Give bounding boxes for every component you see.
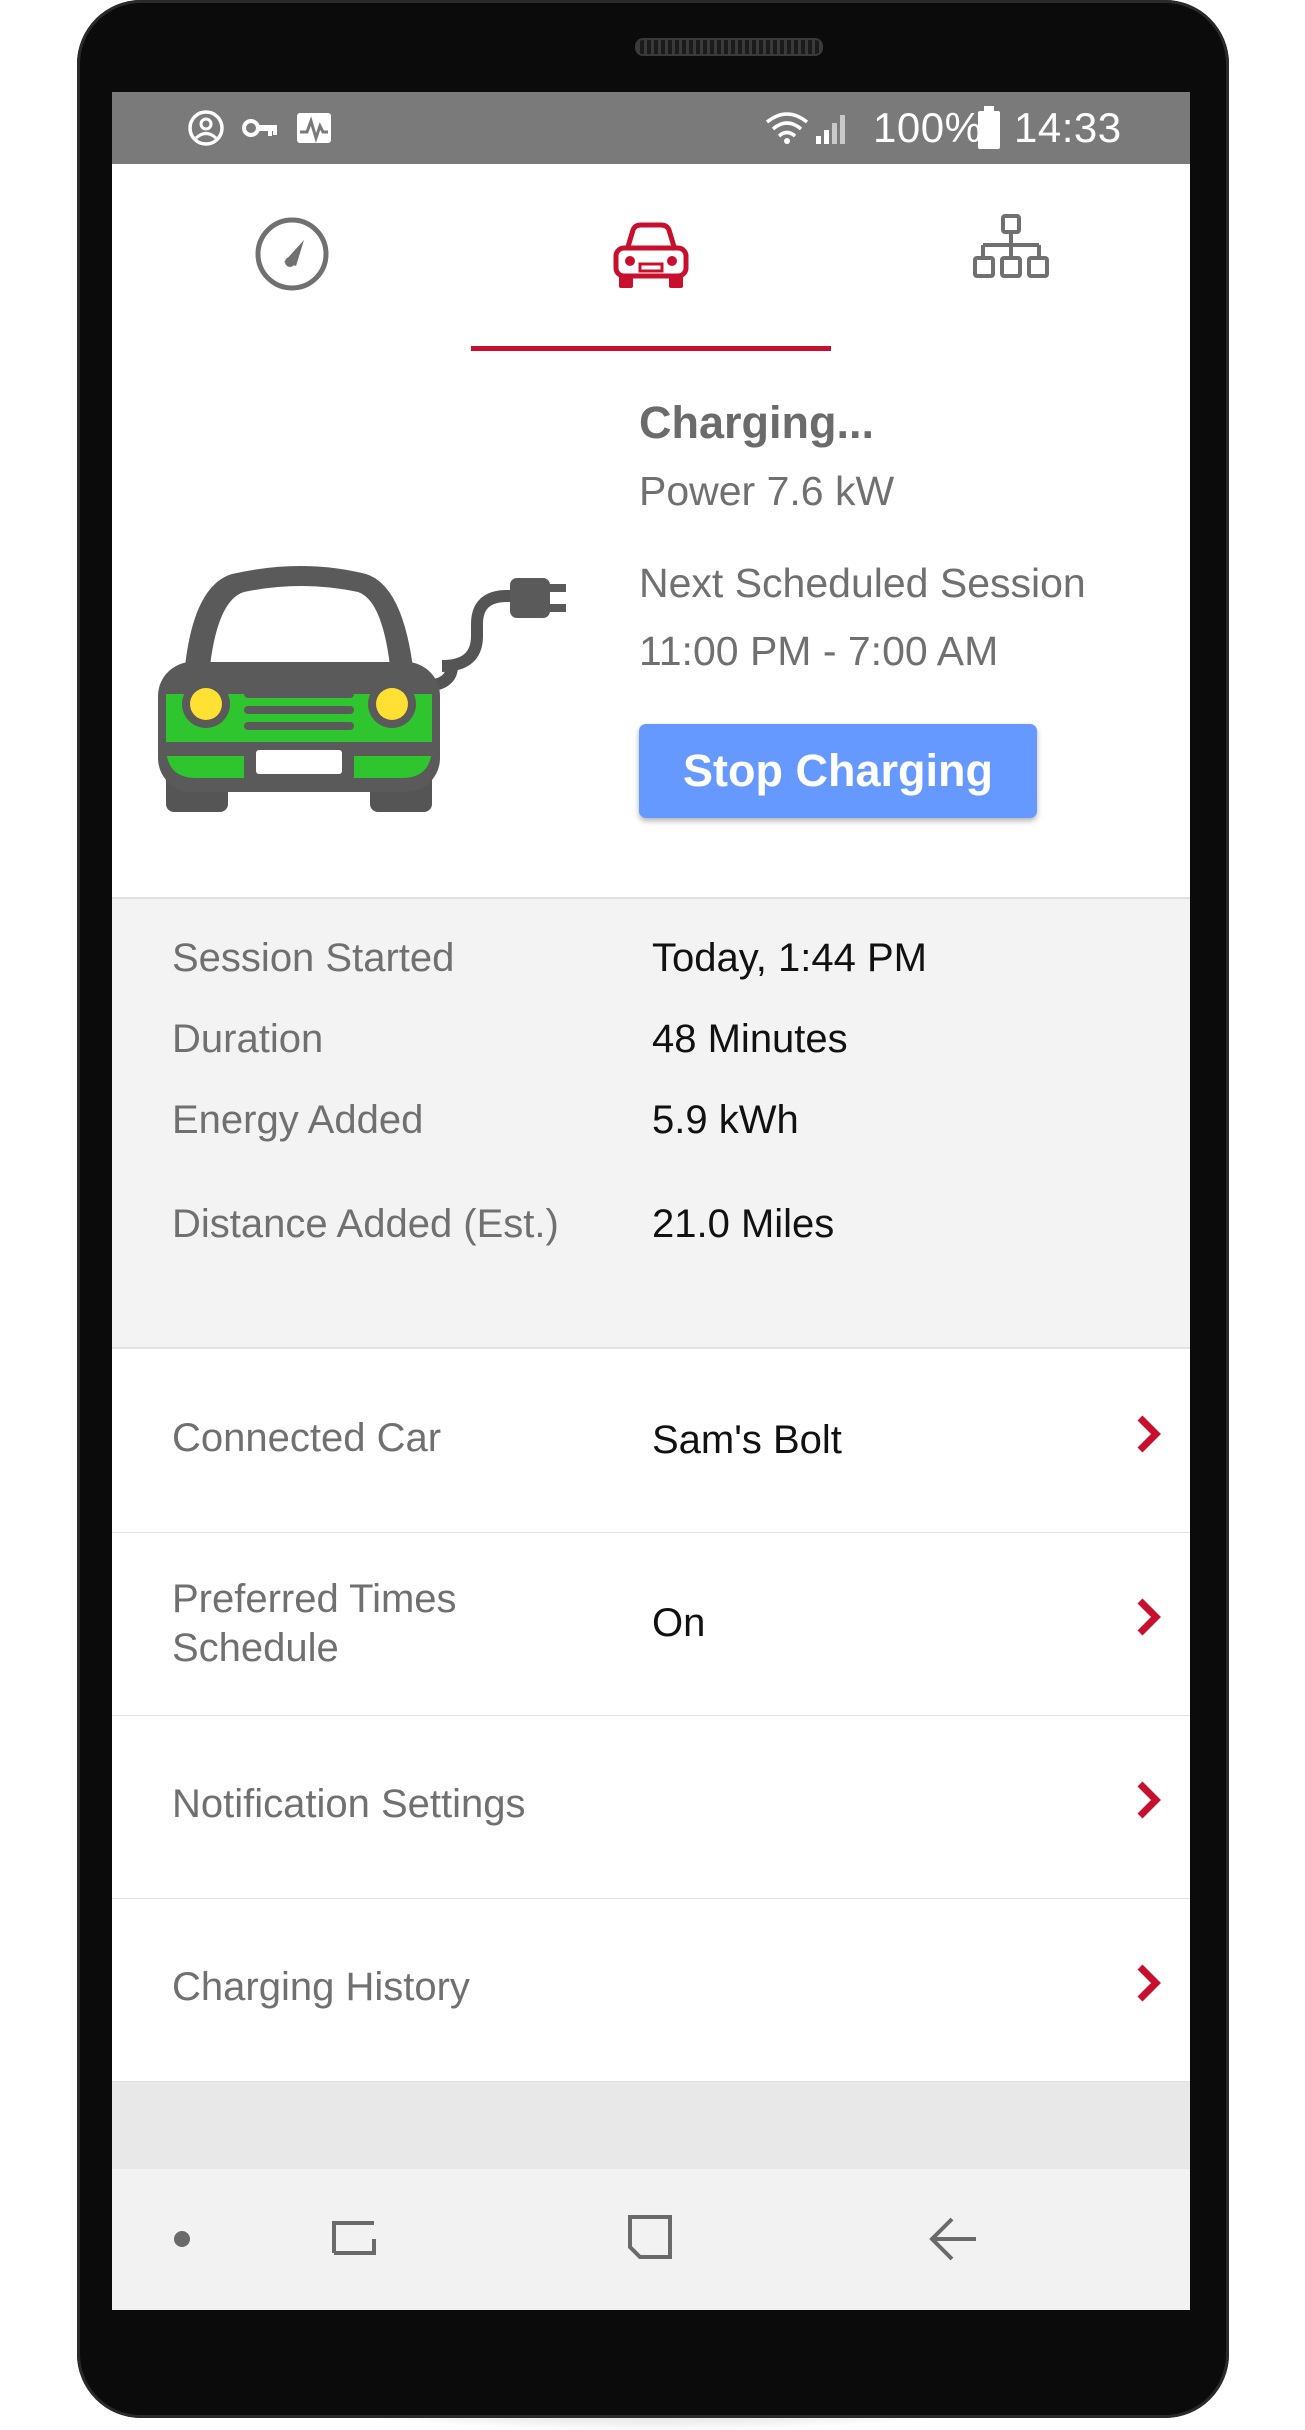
charging-status-panel: Charging... Power 7.6 kW Next Scheduled … <box>112 352 1190 899</box>
session-started-value: Today, 1:44 PM <box>652 936 927 980</box>
nav-dot-indicator <box>174 2231 190 2247</box>
preferred-times-label-line2: Schedule <box>172 1626 339 1670</box>
battery-percent: 100% <box>873 104 983 151</box>
list-item-preferred-times[interactable]: Preferred Times Schedule On <box>112 1533 1190 1717</box>
charging-history-label: Charging History <box>172 1965 470 2009</box>
clock-time: 14:33 <box>1014 104 1122 151</box>
preferred-times-label-line1: Preferred Times <box>172 1577 457 1621</box>
tab-network[interactable] <box>831 164 1190 348</box>
recent-apps-icon[interactable] <box>324 2209 384 2269</box>
back-arrow-icon[interactable] <box>924 2209 984 2269</box>
connected-car-label: Connected Car <box>172 1416 442 1460</box>
tab-bar <box>112 164 1190 348</box>
list-footer-spacer <box>112 2082 1190 2169</box>
earpiece-speaker <box>635 38 823 56</box>
battery-icon <box>978 106 1000 149</box>
chevron-right-icon <box>1137 1781 1161 1819</box>
cellular-signal-icon <box>816 115 845 144</box>
duration-value: 48 Minutes <box>652 1017 848 1061</box>
tab-charging[interactable] <box>471 164 830 348</box>
account-circle-icon <box>188 110 224 146</box>
wifi-icon <box>765 112 809 144</box>
vpn-key-icon <box>242 119 277 137</box>
car-icon <box>613 222 688 288</box>
preferred-times-value: On <box>652 1601 706 1645</box>
active-tab-indicator <box>471 346 831 351</box>
system-nav-bar <box>112 2169 1190 2310</box>
charging-status-title: Charging... <box>639 397 874 448</box>
app-screen: 100% 14:33 Charging... Power 7.6 kW Next… <box>112 92 1190 2310</box>
next-session-label: Next Scheduled Session <box>639 560 1086 606</box>
distance-added-value: 21.0 Miles <box>652 1202 835 1246</box>
energy-added-label: Energy Added <box>172 1098 424 1142</box>
power-readout: Power 7.6 kW <box>639 468 895 514</box>
session-stats: Session Started Today, 1:44 PM Duration … <box>112 899 1190 1349</box>
status-bar: 100% 14:33 <box>112 92 1190 164</box>
list-item-charging-history[interactable]: Charging History <box>112 1899 1190 2083</box>
notification-settings-label: Notification Settings <box>172 1782 526 1826</box>
stop-charging-button[interactable]: Stop Charging <box>639 724 1037 818</box>
duration-label: Duration <box>172 1017 324 1061</box>
tab-dashboard[interactable] <box>112 164 471 348</box>
energy-added-value: 5.9 kWh <box>652 1098 799 1142</box>
chevron-right-icon <box>1137 1598 1161 1636</box>
chevron-right-icon <box>1137 1964 1161 2002</box>
list-item-notification-settings[interactable]: Notification Settings <box>112 1716 1190 1900</box>
home-icon[interactable] <box>620 2209 680 2269</box>
activity-monitor-icon <box>297 113 331 144</box>
next-session-time: 11:00 PM - 7:00 AM <box>639 628 999 674</box>
list-item-connected-car[interactable]: Connected Car Sam's Bolt <box>112 1350 1190 1534</box>
network-icon <box>972 214 1049 278</box>
connected-car-value: Sam's Bolt <box>652 1418 842 1462</box>
chevron-right-icon <box>1137 1415 1161 1453</box>
distance-added-label: Distance Added (Est.) <box>172 1202 559 1246</box>
session-started-label: Session Started <box>172 936 455 980</box>
car-charging-illustration <box>158 566 566 812</box>
speedometer-icon <box>255 217 328 291</box>
